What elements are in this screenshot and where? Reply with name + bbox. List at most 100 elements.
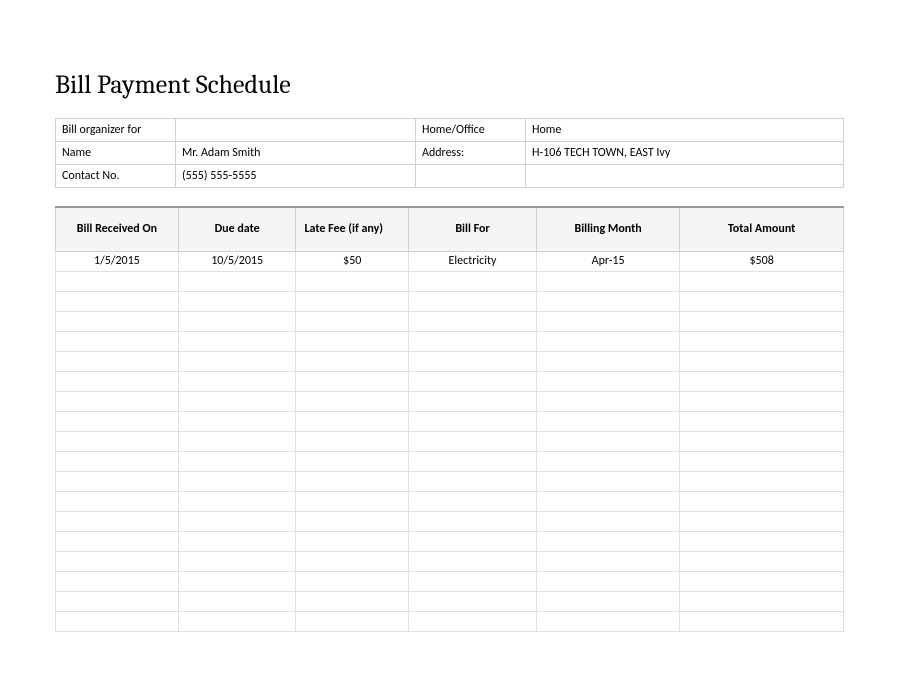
schedule-header-row: Bill Received On Due date Late Fee (if a…: [56, 207, 844, 251]
table-row: [56, 471, 844, 491]
address-value: H-106 TECH TOWN, EAST Ivy: [526, 142, 844, 165]
cell-late_fee: [296, 291, 409, 311]
address-label: Address:: [416, 142, 526, 165]
table-row: [56, 431, 844, 451]
cell-total: [680, 471, 844, 491]
home-office-value: Home: [526, 119, 844, 142]
cell-bill_for: Electricity: [409, 251, 537, 271]
header-late-fee: Late Fee (if any): [296, 207, 409, 251]
cell-total: [680, 611, 844, 631]
cell-bill_for: [409, 451, 537, 471]
cell-bill_for: [409, 591, 537, 611]
cell-due: [178, 371, 296, 391]
cell-bill_for: [409, 311, 537, 331]
table-row: [56, 311, 844, 331]
schedule-body: 1/5/201510/5/2015$50ElectricityApr-15$50…: [56, 251, 844, 631]
cell-total: [680, 491, 844, 511]
cell-late_fee: [296, 371, 409, 391]
cell-received: [56, 351, 179, 371]
cell-late_fee: [296, 431, 409, 451]
cell-received: 1/5/2015: [56, 251, 179, 271]
info-row-name: Name Mr. Adam Smith Address: H-106 TECH …: [56, 142, 844, 165]
cell-due: [178, 551, 296, 571]
cell-billing_month: [536, 291, 679, 311]
cell-received: [56, 411, 179, 431]
name-label: Name: [56, 142, 176, 165]
cell-received: [56, 571, 179, 591]
cell-bill_for: [409, 411, 537, 431]
cell-total: [680, 451, 844, 471]
cell-late_fee: [296, 311, 409, 331]
cell-late_fee: [296, 471, 409, 491]
cell-bill_for: [409, 331, 537, 351]
table-row: [56, 451, 844, 471]
cell-bill_for: [409, 511, 537, 531]
cell-received: [56, 371, 179, 391]
cell-billing_month: [536, 611, 679, 631]
table-row: [56, 611, 844, 631]
cell-bill_for: [409, 371, 537, 391]
cell-bill_for: [409, 431, 537, 451]
table-row: [56, 271, 844, 291]
table-row: [56, 291, 844, 311]
info-row-organizer: Bill organizer for Home/Office Home: [56, 119, 844, 142]
cell-received: [56, 431, 179, 451]
cell-billing_month: [536, 431, 679, 451]
cell-late_fee: [296, 411, 409, 431]
cell-total: [680, 531, 844, 551]
cell-received: [56, 451, 179, 471]
cell-total: [680, 331, 844, 351]
cell-billing_month: [536, 531, 679, 551]
cell-billing_month: [536, 451, 679, 471]
header-bill-for: Bill For: [409, 207, 537, 251]
header-due: Due date: [178, 207, 296, 251]
info-row-contact: Contact No. (555) 555-5555: [56, 165, 844, 188]
cell-due: [178, 391, 296, 411]
cell-due: [178, 431, 296, 451]
cell-received: [56, 471, 179, 491]
cell-due: 10/5/2015: [178, 251, 296, 271]
cell-due: [178, 331, 296, 351]
cell-due: [178, 531, 296, 551]
table-row: [56, 491, 844, 511]
empty-cell: [416, 165, 526, 188]
cell-due: [178, 411, 296, 431]
cell-received: [56, 531, 179, 551]
cell-received: [56, 311, 179, 331]
cell-due: [178, 491, 296, 511]
cell-due: [178, 511, 296, 531]
table-row: [56, 411, 844, 431]
cell-due: [178, 611, 296, 631]
cell-billing_month: [536, 571, 679, 591]
cell-received: [56, 491, 179, 511]
cell-billing_month: [536, 591, 679, 611]
contact-value: (555) 555-5555: [176, 165, 416, 188]
table-row: [56, 351, 844, 371]
table-row: [56, 531, 844, 551]
organizer-label: Bill organizer for: [56, 119, 176, 142]
cell-late_fee: $50: [296, 251, 409, 271]
cell-total: [680, 371, 844, 391]
contact-label: Contact No.: [56, 165, 176, 188]
table-row: [56, 371, 844, 391]
cell-due: [178, 351, 296, 371]
organizer-value: [176, 119, 416, 142]
cell-late_fee: [296, 571, 409, 591]
cell-bill_for: [409, 551, 537, 571]
cell-late_fee: [296, 511, 409, 531]
cell-received: [56, 551, 179, 571]
cell-billing_month: [536, 411, 679, 431]
cell-total: [680, 351, 844, 371]
cell-late_fee: [296, 531, 409, 551]
table-row: [56, 511, 844, 531]
cell-bill_for: [409, 491, 537, 511]
name-value: Mr. Adam Smith: [176, 142, 416, 165]
table-row: [56, 551, 844, 571]
cell-due: [178, 291, 296, 311]
cell-bill_for: [409, 571, 537, 591]
cell-billing_month: [536, 471, 679, 491]
cell-total: [680, 551, 844, 571]
table-row: 1/5/201510/5/2015$50ElectricityApr-15$50…: [56, 251, 844, 271]
cell-due: [178, 471, 296, 491]
cell-received: [56, 271, 179, 291]
